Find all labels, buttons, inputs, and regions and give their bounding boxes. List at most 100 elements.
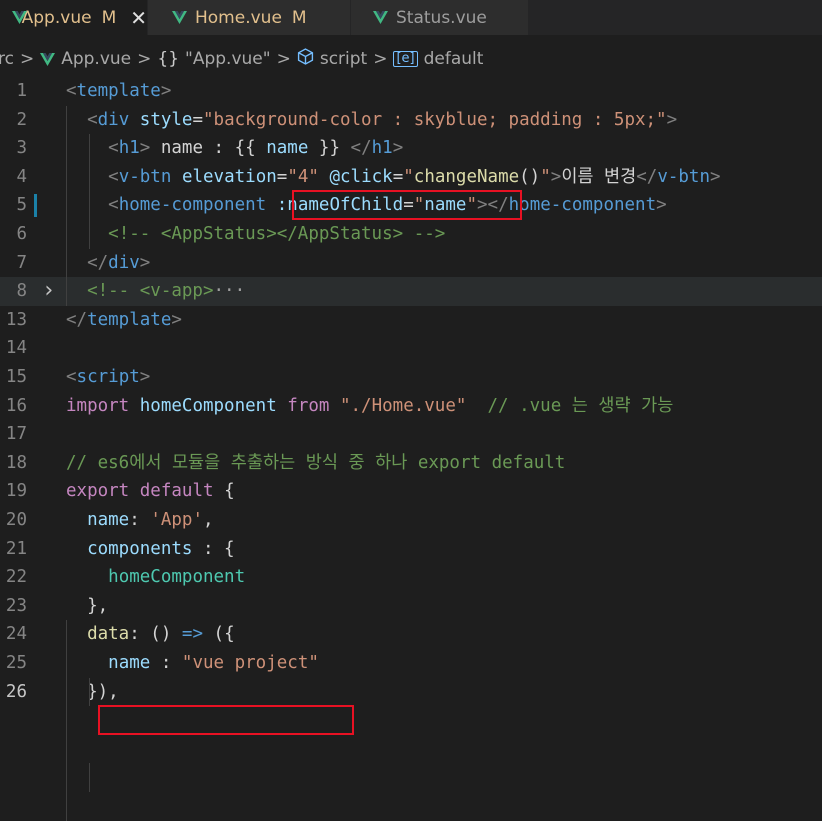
tab-status-vue[interactable]: Status.vue <box>351 0 529 35</box>
code-token: " <box>540 166 551 187</box>
tab-label: App.vue <box>21 7 92 28</box>
code-line[interactable]: 8 › <!-- <v-app>··· <box>0 277 822 306</box>
line-number: 6 <box>16 224 27 244</box>
tab-app-vue[interactable]: App.vue M ✕ <box>0 0 148 35</box>
line-number: 17 <box>5 424 27 445</box>
field-icon: [e] <box>393 51 418 67</box>
code-line[interactable]: 16 import homeComponent from "./Home.vue"… <box>0 392 822 421</box>
code-text: <h1> name : {{ name }} </h1> <box>66 134 403 163</box>
code-line[interactable]: 13 </template> <box>0 306 822 335</box>
line-number: 21 <box>5 538 27 559</box>
code-line[interactable]: 2 <div style="background-color : skyblue… <box>0 106 822 135</box>
code-token: v-btn <box>118 166 172 187</box>
code-token: template <box>76 81 161 101</box>
tab-label: Status.vue <box>396 7 487 28</box>
code-line[interactable]: 18 // es6에서 모듈을 추출하는 방식 중 하나 export defau… <box>0 449 822 478</box>
code-line[interactable]: 4 <v-btn elevation="4" @click="changeNam… <box>0 163 822 192</box>
code-line[interactable]: 14 <box>0 334 822 363</box>
code-token: > <box>666 109 678 130</box>
code-line[interactable]: 3 <h1> name : {{ name }} </h1> <box>0 134 822 163</box>
code-text: homeComponent <box>66 563 245 592</box>
indent-guide <box>66 105 67 306</box>
line-number: 1 <box>16 81 27 101</box>
modified-badge: M <box>101 7 117 28</box>
code-line[interactable]: 24 data: () => ({ <box>0 620 822 649</box>
code-line[interactable]: 1 <template> <box>0 77 822 106</box>
code-line[interactable]: 17 <box>0 420 822 449</box>
code-text: data: () => ({ <box>66 620 235 649</box>
code-token: < <box>66 81 77 101</box>
line-number: 8 <box>16 281 27 302</box>
code-token: 이름 변경 <box>561 166 637 187</box>
code-token: > <box>550 166 562 187</box>
code-token: name <box>108 653 151 673</box>
code-line[interactable]: 23 }, <box>0 592 822 621</box>
tab-label: Home.vue <box>195 7 282 28</box>
breadcrumb-folder[interactable]: rc <box>0 49 14 69</box>
vue-logo-icon <box>40 52 56 66</box>
indent-guide <box>66 620 67 821</box>
close-icon[interactable]: ✕ <box>130 6 147 30</box>
code-line[interactable]: 7 </div> <box>0 249 822 278</box>
code-token: { <box>213 481 235 502</box>
line-number: 18 <box>5 452 27 473</box>
indent-guide <box>89 134 90 249</box>
tab-home-vue[interactable]: Home.vue M <box>148 0 351 35</box>
fold-chevron-icon[interactable]: › <box>42 277 55 306</box>
vue-logo-icon <box>373 11 388 24</box>
code-token: < <box>108 195 119 216</box>
code-text: }, <box>66 592 108 621</box>
editor-tab-bar: App.vue M ✕ Home.vue M Status.vue <box>0 0 822 35</box>
line-number: 20 <box>5 510 27 530</box>
code-line[interactable]: 22 homeComponent <box>0 563 822 592</box>
code-token: data <box>87 624 130 645</box>
breadcrumb-section[interactable]: script <box>297 48 367 70</box>
line-number: 4 <box>16 166 27 187</box>
code-line[interactable]: 26 }), <box>0 678 822 707</box>
code-token: homeComponent <box>139 395 277 416</box>
line-number: 15 <box>5 367 27 387</box>
code-editor[interactable]: 1 <template> 2 <div style="background-colo… <box>0 75 822 821</box>
breadcrumb-file[interactable]: App.vue <box>40 49 131 69</box>
code-token: ({ <box>203 624 235 645</box>
code-token: // es6에서 모듈을 추출하는 방식 중 하나 export default <box>66 452 566 473</box>
line-number: 7 <box>16 252 27 273</box>
chevron-right-icon: > <box>373 49 388 69</box>
code-text: name : "vue project" <box>66 649 319 678</box>
code-token: name : {{ <box>150 138 267 159</box>
braces-icon: {} <box>157 49 180 69</box>
code-text: <script> <box>66 363 150 392</box>
highlight-box-data-name <box>98 705 354 736</box>
line-number: 13 <box>5 309 27 330</box>
code-token: </ <box>87 252 109 273</box>
code-token: script <box>76 367 140 387</box>
code-line[interactable]: 15 <script> <box>0 363 822 392</box>
code-token: > <box>139 367 151 387</box>
code-token: homeComponent <box>108 567 246 588</box>
code-token: </ <box>636 166 658 187</box>
code-token: <!-- <v-app> <box>87 281 214 302</box>
line-number: 19 <box>5 481 27 502</box>
code-token: > <box>710 166 721 187</box>
code-line[interactable]: 20 name: 'App', <box>0 506 822 535</box>
line-number: 22 <box>5 567 27 588</box>
breadcrumb-module[interactable]: {} "App.vue" <box>157 49 270 69</box>
code-line[interactable]: 6 <!-- <AppStatus></AppStatus> --> <box>0 220 822 249</box>
code-line[interactable]: 25 name : "vue project" <box>0 649 822 678</box>
code-text: import homeComponent from "./Home.vue" /… <box>66 392 673 421</box>
code-token: default <box>139 481 214 502</box>
indent-guide <box>89 763 90 792</box>
code-token: < <box>108 138 119 159</box>
code-token: div <box>108 252 140 273</box>
code-line[interactable]: 19 export default { <box>0 477 822 506</box>
code-token: </ <box>66 309 88 330</box>
code-text: <v-btn elevation="4" @click="changeName(… <box>66 163 721 192</box>
breadcrumb-symbol[interactable]: [e] default <box>393 49 483 69</box>
code-line[interactable]: 21 components : { <box>0 535 822 564</box>
code-token: < <box>87 109 98 130</box>
